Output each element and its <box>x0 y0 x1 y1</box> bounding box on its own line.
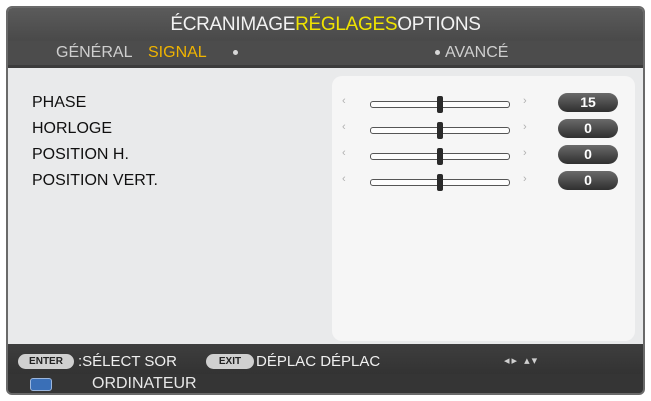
setting-row-horloge[interactable]: HORLOGE ‹ › 0 <box>8 118 643 144</box>
setting-value: 0 <box>558 145 618 164</box>
main-tabs: ÉCRANIMAGERÉGLAGESOPTIONS <box>8 14 643 36</box>
setting-value: 0 <box>558 171 618 190</box>
slider-thumb[interactable] <box>437 148 443 165</box>
subtab-general[interactable]: GÉNÉRAL <box>56 44 132 62</box>
help-line: ENTER :SÉLECT SOR EXIT DÉPLAC DÉPLAC ◂▸ … <box>16 352 636 374</box>
position-h-slider[interactable] <box>370 148 510 165</box>
setting-label: POSITION H. <box>32 146 129 163</box>
slider-thumb[interactable] <box>437 122 443 139</box>
arrow-right-icon[interactable]: › <box>523 173 527 185</box>
arrow-left-icon[interactable]: ‹ <box>342 147 346 159</box>
setting-label: POSITION VERT. <box>32 172 158 189</box>
subtab-avance[interactable]: AVANCÉ <box>445 44 508 62</box>
setting-row-position-vert[interactable]: POSITION VERT. ‹ › 0 <box>8 170 643 196</box>
tab-options[interactable]: OPTIONS <box>397 14 481 36</box>
menu-footer: ENTER :SÉLECT SOR EXIT DÉPLAC DÉPLAC ◂▸ … <box>8 344 643 393</box>
tab-reglages[interactable]: RÉGLAGES <box>295 14 397 36</box>
arrow-right-icon[interactable]: › <box>523 121 527 133</box>
source-status: ORDINATEUR <box>8 374 643 393</box>
menu-header: ÉCRANIMAGERÉGLAGESOPTIONS GÉNÉRAL SIGNAL… <box>8 8 643 68</box>
phase-slider[interactable] <box>370 96 510 113</box>
navigation-arrows-icon: ◂▸ ▴▾ <box>504 355 540 367</box>
dot-icon <box>233 50 238 55</box>
source-label: ORDINATEUR <box>92 375 197 392</box>
subtab-signal[interactable]: SIGNAL <box>148 44 207 62</box>
arrow-right-icon[interactable]: › <box>523 95 527 107</box>
horloge-slider[interactable] <box>370 122 510 139</box>
arrow-left-icon[interactable]: ‹ <box>342 121 346 133</box>
setting-row-position-h[interactable]: POSITION H. ‹ › 0 <box>8 144 643 170</box>
slider-thumb[interactable] <box>437 96 443 113</box>
osd-menu: ÉCRANIMAGERÉGLAGESOPTIONS GÉNÉRAL SIGNAL… <box>6 6 645 395</box>
enter-key-icon: ENTER <box>18 354 74 369</box>
sub-tabs: GÉNÉRAL SIGNAL AVANCÉ <box>8 41 643 65</box>
setting-label: PHASE <box>32 94 87 111</box>
setting-label: HORLOGE <box>32 120 113 137</box>
exit-key-icon: EXIT <box>206 354 254 369</box>
setting-value: 15 <box>558 93 618 112</box>
dot-icon <box>435 50 440 55</box>
setting-row-phase[interactable]: PHASE ‹ › 15 <box>8 92 643 118</box>
setting-value: 0 <box>558 119 618 138</box>
move-hint: DÉPLAC DÉPLAC <box>256 353 381 370</box>
select-hint: :SÉLECT SOR <box>78 353 177 370</box>
arrow-left-icon[interactable]: ‹ <box>342 95 346 107</box>
slider-thumb[interactable] <box>437 174 443 191</box>
arrow-left-icon[interactable]: ‹ <box>342 173 346 185</box>
computer-source-icon <box>30 378 52 391</box>
tab-ecranimage[interactable]: ÉCRANIMAGE <box>170 14 295 36</box>
position-vert-slider[interactable] <box>370 174 510 191</box>
arrow-right-icon[interactable]: › <box>523 147 527 159</box>
